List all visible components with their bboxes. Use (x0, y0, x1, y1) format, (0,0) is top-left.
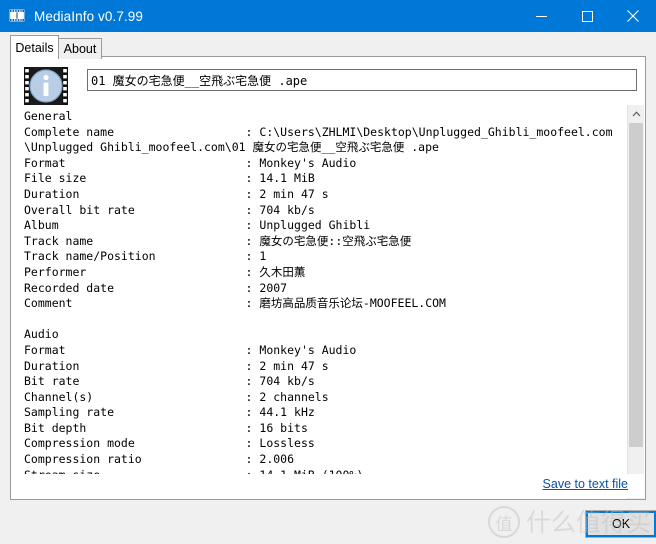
media-details-text: General Complete name : C:\Users\ZHLMI\D… (24, 109, 613, 497)
maximize-button[interactable] (564, 0, 610, 32)
filename-input[interactable] (87, 69, 637, 91)
tab-details[interactable]: Details (10, 35, 59, 59)
scroll-up-arrow-icon[interactable] (628, 105, 644, 122)
title-bar: MediaInfo v0.7.99 (0, 0, 656, 32)
ok-button-label: OK (611, 517, 631, 531)
tab-details-label: Details (15, 40, 54, 55)
filmstrip-icon (9, 8, 25, 24)
save-link-row: Save to text file (12, 474, 644, 498)
tab-about[interactable]: About (58, 38, 102, 59)
save-to-text-file-link[interactable]: Save to text file (543, 477, 628, 491)
minimize-button[interactable] (518, 0, 564, 32)
details-panel: General Complete name : C:\Users\ZHLMI\D… (10, 56, 646, 500)
ok-button[interactable]: OK (585, 510, 656, 538)
tab-strip: Details About (0, 32, 656, 59)
scrollbar-thumb[interactable] (629, 123, 643, 447)
close-button[interactable] (610, 0, 656, 32)
mediainfo-window: MediaInfo v0.7.99 Details About 01 魔女の宅急… (0, 0, 656, 544)
media-details-text-area[interactable]: General Complete name : C:\Users\ZHLMI\D… (12, 105, 629, 499)
window-controls (518, 0, 656, 32)
vertical-scrollbar[interactable] (627, 105, 644, 499)
window-title: MediaInfo v0.7.99 (34, 8, 144, 24)
tab-about-label: About (63, 42, 97, 56)
watermark-badge: 值 (488, 506, 520, 538)
